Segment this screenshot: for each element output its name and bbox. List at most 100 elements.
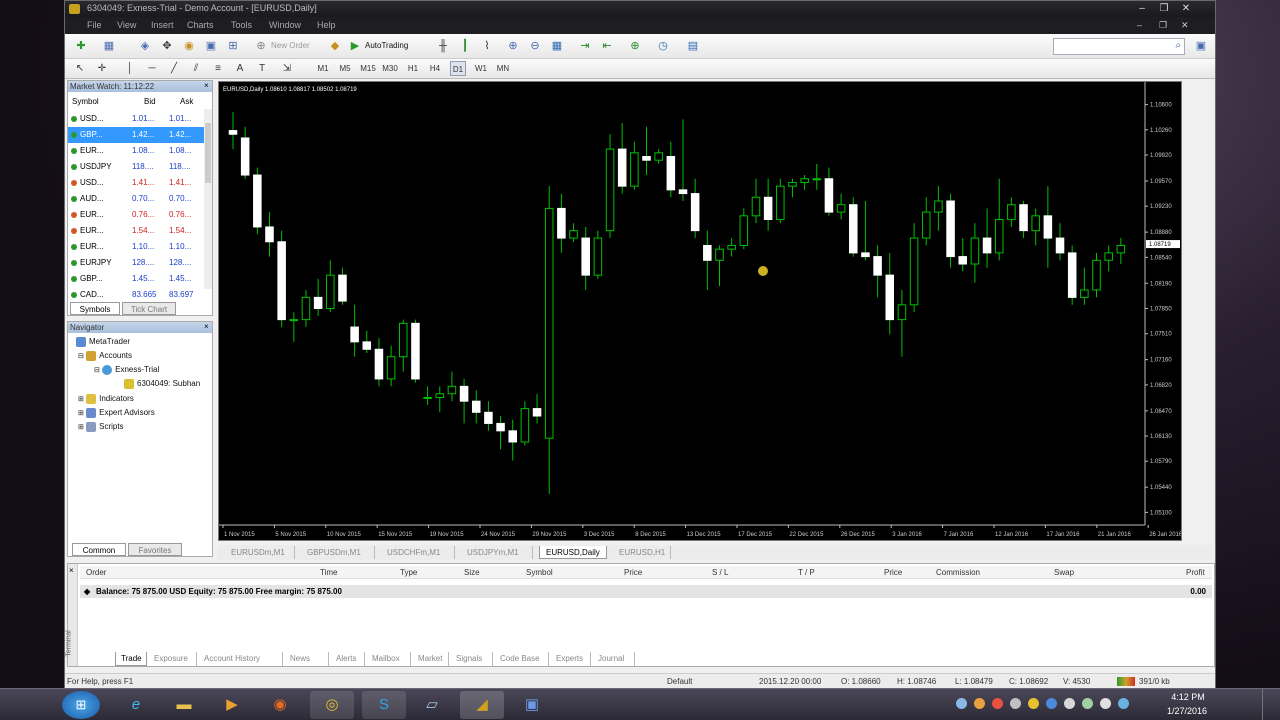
photo-viewer-icon[interactable]: ▣ [510, 691, 554, 719]
market-watch-icon[interactable]: ◈ [137, 38, 153, 54]
text-label-icon[interactable]: T [255, 61, 269, 76]
horizontal-line-icon[interactable]: ─ [145, 61, 159, 76]
tray-flag-icon[interactable] [1028, 698, 1039, 709]
strategy-tester-icon[interactable]: ⊞ [225, 38, 241, 54]
terminal-tab[interactable]: Account History [199, 652, 283, 666]
menu-file[interactable]: File [87, 20, 102, 30]
tab-favorites[interactable]: Favorites [128, 543, 182, 556]
new-chart-icon[interactable]: ✚ [73, 38, 89, 54]
zoom-in-icon[interactable]: ⊕ [505, 38, 521, 54]
media-player-icon[interactable]: ▶ [210, 691, 254, 719]
candlestick-chart-icon[interactable]: ┃ [457, 38, 473, 54]
column-header[interactable]: Price [624, 568, 642, 577]
templates-icon[interactable]: ▤ [685, 38, 701, 54]
expand-icon[interactable]: ⊞ [78, 424, 84, 431]
market-watch-row[interactable]: GBP... 1.42... 1.42... [68, 127, 204, 143]
terminal-tab[interactable]: Alerts [331, 652, 365, 666]
timeframe-h4[interactable]: H4 [427, 61, 443, 76]
tray-bluetooth-icon[interactable] [1046, 698, 1057, 709]
market-watch-row[interactable]: EUR... 1.54... 1.54... [68, 223, 204, 239]
collapse-icon[interactable]: ⊟ [94, 367, 100, 374]
menu-insert[interactable]: Insert [151, 20, 174, 30]
column-symbol[interactable]: Symbol [72, 97, 99, 106]
metatrader-taskbar-icon[interactable]: ◢ [460, 691, 504, 719]
clock-time[interactable]: 4:12 PM [1158, 692, 1218, 702]
expand-icon[interactable]: ⊞ [78, 396, 84, 403]
market-watch-row[interactable]: USD... 1.01... 1.01... [68, 111, 204, 127]
market-watch-row[interactable]: AUD... 0.70... 0.70... [68, 191, 204, 207]
tray-volume-icon[interactable] [1100, 698, 1111, 709]
menu-tools[interactable]: Tools [231, 20, 252, 30]
menu-view[interactable]: View [117, 20, 136, 30]
tray-app-icon[interactable] [974, 698, 985, 709]
clock-date[interactable]: 1/27/2016 [1152, 706, 1222, 716]
column-ask[interactable]: Ask [180, 97, 193, 106]
chart-tab[interactable]: USDCHFm,M1 [381, 546, 455, 559]
data-window-icon[interactable]: ✥ [159, 38, 175, 54]
profiles-icon[interactable]: ▦ [101, 38, 117, 54]
timeframe-m15[interactable]: M15 [359, 61, 377, 76]
collapse-icon[interactable]: ⊟ [78, 353, 84, 360]
expand-icon[interactable]: ⊞ [78, 410, 84, 417]
arrows-icon[interactable]: ⇲ [279, 61, 295, 76]
column-header[interactable]: S / L [712, 568, 728, 577]
indicators-icon[interactable]: ⊕ [627, 38, 643, 54]
chart-tab[interactable]: USDJPYm,M1 [461, 546, 533, 559]
start-button-icon[interactable]: ⊞ [62, 691, 100, 719]
column-header[interactable]: Symbol [526, 568, 553, 577]
trendline-icon[interactable]: ╱ [167, 61, 181, 76]
terminal-tab[interactable]: Market [413, 652, 449, 666]
community-icon[interactable]: ▣ [1193, 38, 1209, 54]
column-header[interactable]: Swap [1054, 568, 1074, 577]
mdi-close-button[interactable]: ✕ [1181, 20, 1189, 31]
tab-common[interactable]: Common [72, 543, 126, 556]
new-order-icon[interactable]: ⊕ [253, 38, 269, 54]
timeframe-m5[interactable]: M5 [337, 61, 353, 76]
column-header[interactable]: T / P [798, 568, 815, 577]
new-order-button[interactable]: New Order [271, 41, 310, 50]
market-watch-scrollbar[interactable] [204, 109, 212, 289]
periods-icon[interactable]: ◷ [655, 38, 671, 54]
timeframe-m1[interactable]: M1 [315, 61, 331, 76]
market-watch-row[interactable]: GBP... 1.45... 1.45... [68, 271, 204, 287]
chart-tab[interactable]: EURUSD,H1 [613, 546, 671, 559]
market-watch-row[interactable]: EUR... 0.76... 0.76... [68, 207, 204, 223]
tray-signal-icon[interactable] [1064, 698, 1075, 709]
file-explorer-icon[interactable]: ▬ [162, 691, 206, 719]
maximize-button[interactable]: ❐ [1155, 2, 1173, 15]
tray-antivirus-icon[interactable] [992, 698, 1003, 709]
menu-help[interactable]: Help [317, 20, 336, 30]
candlestick-chart[interactable]: EURUSD,Daily 1.08610 1.08817 1.08502 1.0… [219, 82, 1183, 540]
skype-icon[interactable]: S [362, 691, 406, 719]
column-header[interactable]: Time [320, 568, 337, 577]
equidistant-channel-icon[interactable]: ⫽ [189, 61, 203, 76]
terminal-tab[interactable]: Mailbox [367, 652, 411, 666]
tray-battery-icon[interactable] [1082, 698, 1093, 709]
chart-shift-icon[interactable]: ⇥ [577, 38, 593, 54]
firefox-icon[interactable]: ◉ [258, 691, 302, 719]
timeframe-mn[interactable]: MN [495, 61, 511, 76]
tray-usb-icon[interactable] [1010, 698, 1021, 709]
column-header[interactable]: Profit [1186, 568, 1205, 577]
column-header[interactable]: Commission [936, 568, 980, 577]
fibonacci-icon[interactable]: ≡ [211, 61, 225, 76]
terminal-tab[interactable]: Journal [593, 652, 635, 666]
terminal-tab[interactable]: Exposure [149, 652, 197, 666]
chart-tab[interactable]: EURUSDm,M1 [225, 546, 295, 559]
metaeditor-icon[interactable]: ◆ [327, 38, 343, 54]
tray-wifi-icon[interactable] [1118, 698, 1129, 709]
column-header[interactable]: Type [400, 568, 417, 577]
auto-scroll-icon[interactable]: ⇤ [599, 38, 615, 54]
timeframe-w1[interactable]: W1 [473, 61, 489, 76]
timeframe-m30[interactable]: M30 [381, 61, 399, 76]
vertical-line-icon[interactable]: │ [123, 61, 137, 76]
balance-row[interactable]: ◆ Balance: 75 875.00 USD Equity: 75 875.… [80, 585, 1212, 598]
column-header[interactable]: Price [884, 568, 902, 577]
terminal-tab[interactable]: Experts [551, 652, 591, 666]
text-icon[interactable]: A [233, 61, 247, 76]
nav-item-expert-advisors[interactable]: ⊞ Expert Advisors [78, 408, 155, 418]
menu-window[interactable]: Window [269, 20, 301, 30]
autotrading-button[interactable]: AutoTrading [365, 41, 408, 50]
crosshair-icon[interactable]: ✛ [95, 61, 109, 76]
column-header[interactable]: Order [86, 568, 106, 577]
